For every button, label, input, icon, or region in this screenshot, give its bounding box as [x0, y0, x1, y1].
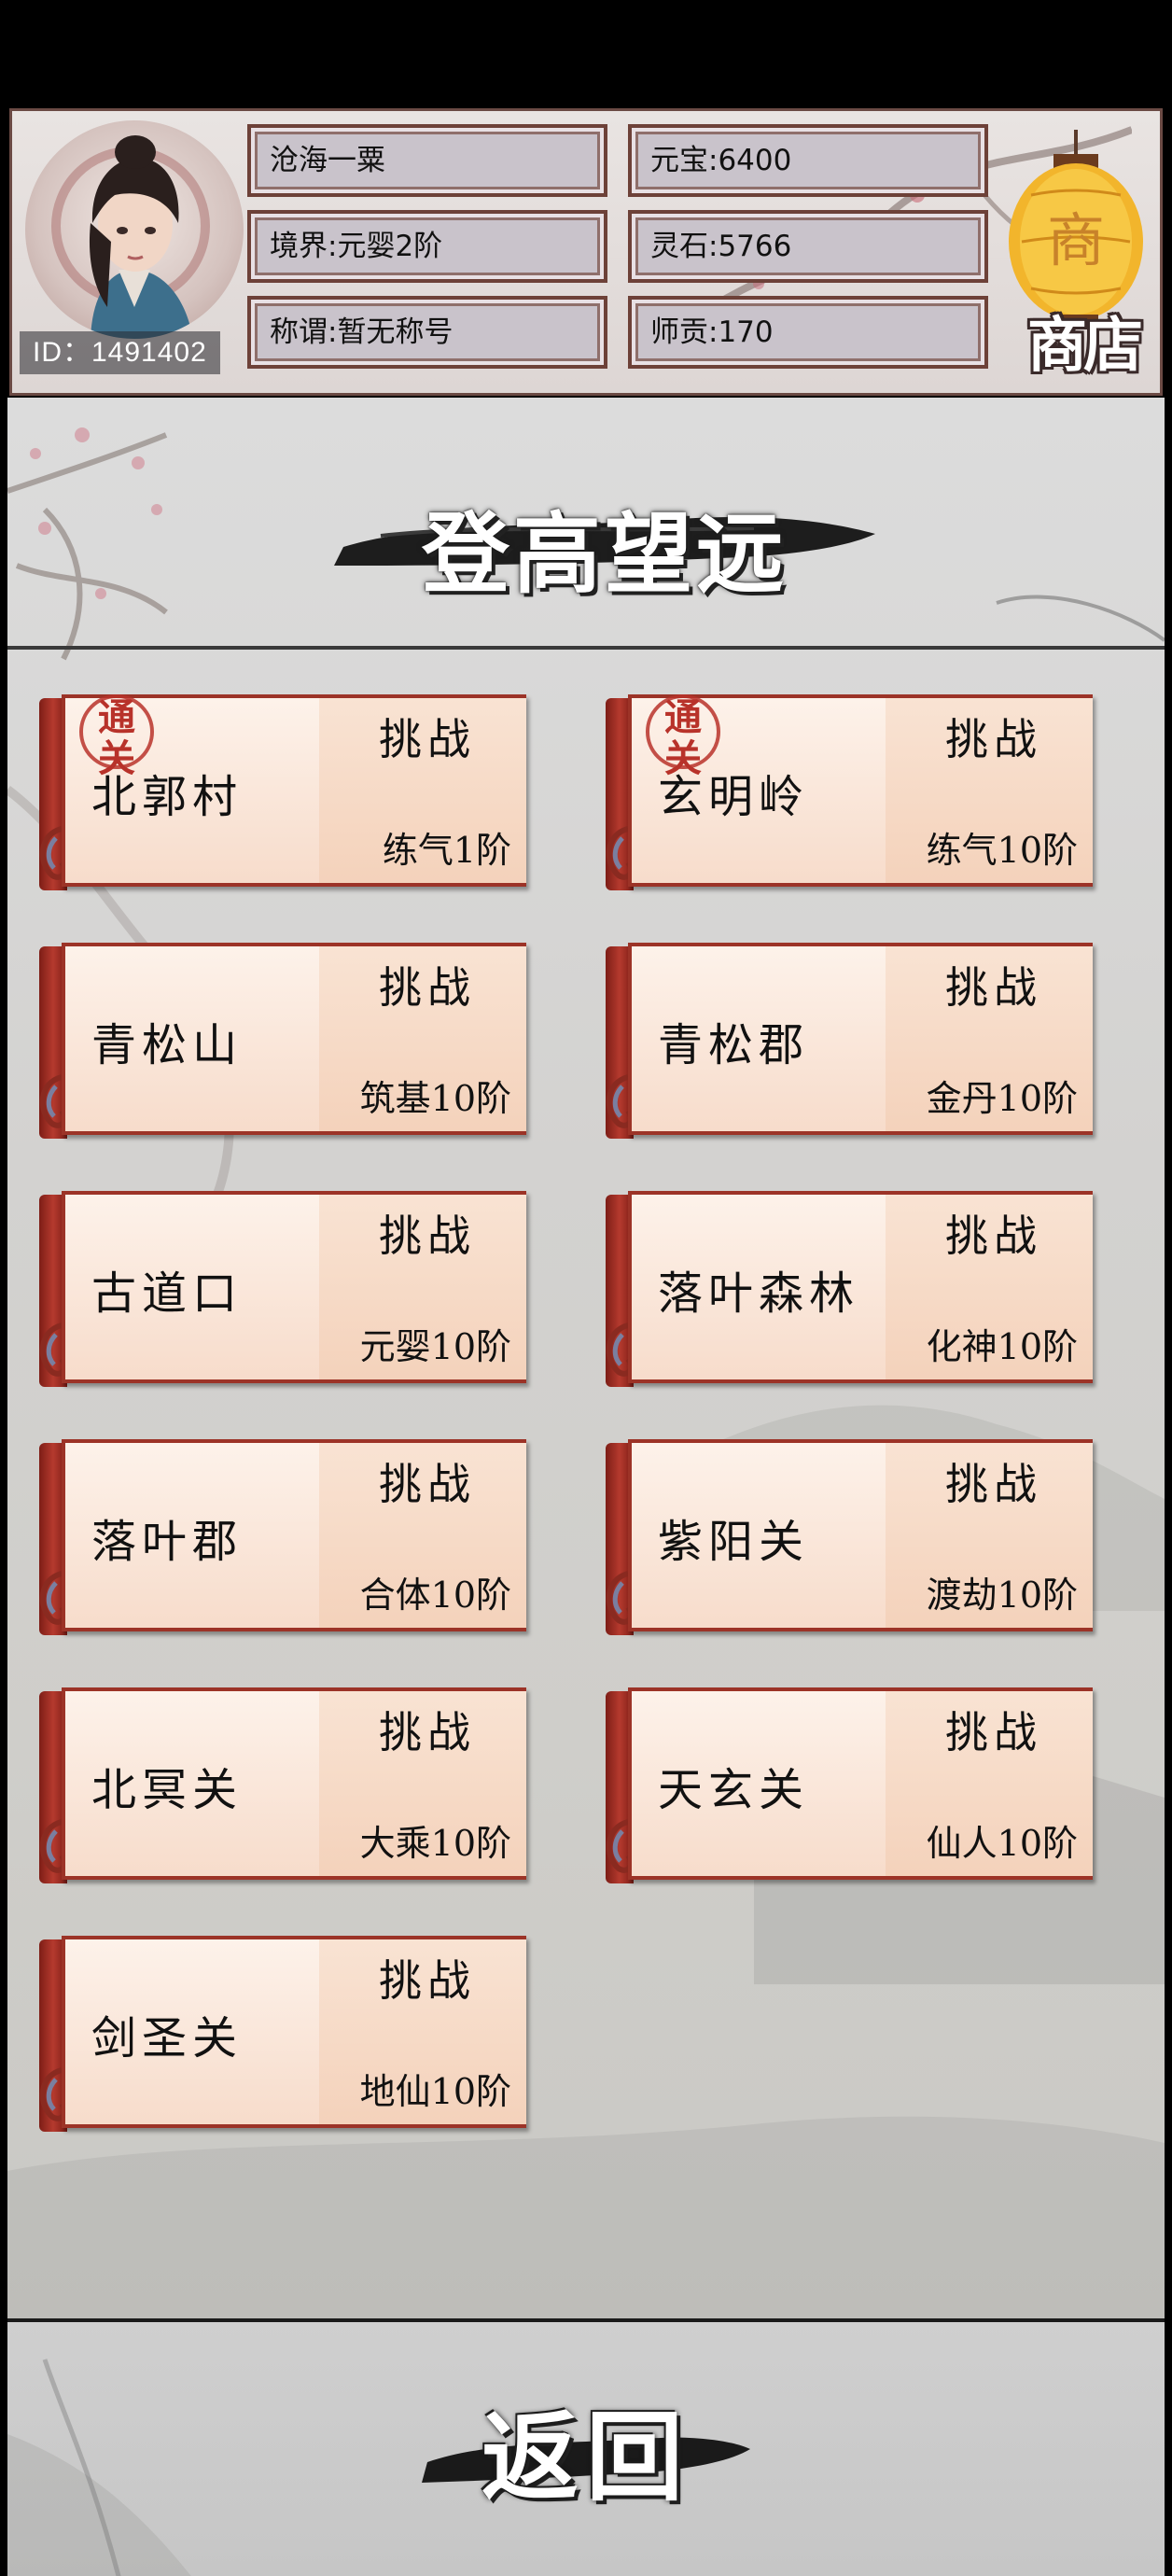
challenge-button[interactable]: 挑战: [379, 1450, 476, 1512]
stage-name: 北冥关: [91, 1764, 244, 1816]
stage-name: 剑圣关: [91, 2012, 244, 2065]
challenge-button[interactable]: 挑战: [379, 1947, 476, 2009]
back-label: 返回: [481, 2400, 691, 2514]
stage-requirement: 地仙10阶: [359, 2071, 511, 2112]
stage-name: 天玄关: [658, 1764, 810, 1816]
lingshi-balance: 灵石:5766: [628, 210, 988, 283]
challenge-button[interactable]: 挑战: [945, 706, 1042, 767]
stage-select-panel: 登高望远 通关北郭村 挑战 练气1阶通关玄明岭 挑战 练气10阶 青松山 挑战 筑基10阶 青松…: [7, 398, 1165, 2318]
challenge-button[interactable]: 挑战: [945, 1699, 1042, 1760]
player-name: 沧海一粟: [247, 124, 607, 197]
back-button[interactable]: 返回: [418, 2359, 754, 2518]
player-avatar[interactable]: [25, 120, 244, 339]
stage-name: 北郭村: [91, 771, 244, 823]
footer: 返回: [7, 2318, 1165, 2576]
shop-label: 商店: [1027, 311, 1143, 381]
stage-card[interactable]: 剑圣关 挑战地仙10阶: [39, 1936, 530, 2134]
stage-card[interactable]: 青松郡 挑战金丹10阶: [606, 943, 1096, 1141]
stage-requirement: 渡劫10阶: [926, 1575, 1078, 1616]
stage-card[interactable]: 古道口 挑战元婴10阶: [39, 1191, 530, 1389]
stage-requirement: 元婴10阶: [359, 1326, 511, 1367]
stage-name: 落叶郡: [91, 1516, 244, 1568]
stage-card[interactable]: 落叶森林 挑战化神10阶: [606, 1191, 1096, 1389]
stage-requirement: 仙人10阶: [926, 1823, 1078, 1864]
stage-card[interactable]: 天玄关 挑战仙人10阶: [606, 1687, 1096, 1885]
stage-card[interactable]: 通关北郭村 挑战 练气1阶: [39, 694, 530, 892]
stage-name: 落叶森林: [658, 1267, 860, 1320]
title-banner: 登高望远: [325, 454, 885, 606]
stage-card[interactable]: 紫阳关 挑战渡劫10阶: [606, 1439, 1096, 1637]
stage-name: 青松山: [91, 1019, 244, 1071]
challenge-button[interactable]: 挑战: [379, 1202, 476, 1264]
stage-card[interactable]: 落叶郡 挑战合体10阶: [39, 1439, 530, 1637]
stage-name: 玄明岭: [658, 771, 810, 823]
stage-name: 古道口: [91, 1267, 244, 1320]
challenge-button[interactable]: 挑战: [379, 1699, 476, 1760]
stage-card[interactable]: 青松山 挑战筑基10阶: [39, 943, 530, 1141]
stage-name: 紫阳关: [658, 1516, 810, 1568]
yuanbao-balance: 元宝:6400: [628, 124, 988, 197]
challenge-button[interactable]: 挑战: [945, 1450, 1042, 1512]
stage-requirement: 练气10阶: [926, 830, 1078, 871]
svg-text:商: 商: [1047, 206, 1105, 274]
player-id: ID：1491402: [20, 331, 220, 374]
divider: [7, 646, 1165, 650]
challenge-button[interactable]: 挑战: [379, 706, 476, 767]
challenge-button[interactable]: 挑战: [945, 1202, 1042, 1264]
shigong-balance: 师贡:170: [628, 296, 988, 369]
stage-requirement: 大乘10阶: [359, 1823, 511, 1864]
stage-card[interactable]: 北冥关 挑战大乘10阶: [39, 1687, 530, 1885]
stage-requirement: 金丹10阶: [926, 1078, 1078, 1119]
challenge-button[interactable]: 挑战: [379, 954, 476, 1015]
player-title: 称谓:暂无称号: [247, 296, 607, 369]
stage-name: 青松郡: [658, 1019, 810, 1071]
stage-requirement: 筑基10阶: [359, 1078, 511, 1119]
stage-requirement: 化神10阶: [926, 1326, 1078, 1367]
page-title: 登高望远: [421, 503, 788, 606]
stage-card[interactable]: 通关玄明岭 挑战 练气10阶: [606, 694, 1096, 892]
seal-text-top: 通: [98, 695, 135, 739]
player-realm: 境界:元婴2阶: [247, 210, 607, 283]
player-header: ID：1491402 沧海一粟 境界:元婴2阶 称谓:暂无称号 元宝:6400 …: [9, 108, 1163, 396]
stage-requirement: 练气1阶: [382, 830, 511, 871]
seal-text-top: 通: [664, 695, 702, 739]
challenge-button[interactable]: 挑战: [945, 954, 1042, 1015]
stage-requirement: 合体10阶: [359, 1575, 511, 1616]
